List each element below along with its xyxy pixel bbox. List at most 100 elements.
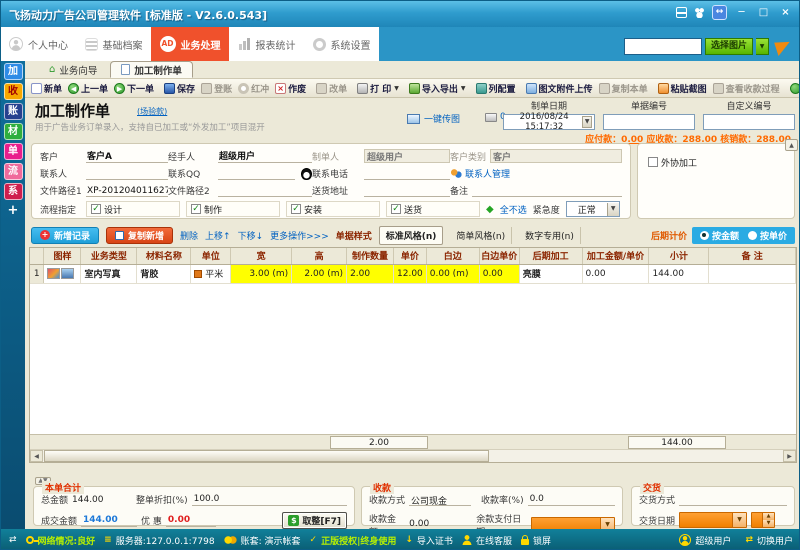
discount-input[interactable]: 100.0 [192,494,347,506]
exit-button[interactable]: 退出 [787,82,800,95]
note-input[interactable] [472,184,622,197]
checkbox-design[interactable]: ✓设计 [86,201,180,217]
resize-icon[interactable]: ↔ [712,5,727,20]
cell-height[interactable]: 2.00 (m) [292,264,347,283]
lock-screen-link[interactable]: 锁屏 [521,534,551,547]
cell-qty[interactable]: 2.00 [347,264,394,283]
style-tab-standard[interactable]: 标准风格(n) [379,226,444,245]
phone-input[interactable] [364,167,450,180]
col-type[interactable]: 业务类型 [81,248,137,264]
payment-method-input[interactable]: 公司现金 [409,494,471,506]
col-margin[interactable]: 白边 [426,248,479,264]
payment-rate-input[interactable]: 0.0 [528,494,615,506]
sidebar-item-plus[interactable]: + [4,203,23,220]
next-order-button[interactable]: ▶下一单 [111,82,157,95]
sidebar-item-receive[interactable]: 收 [4,83,23,100]
custom-number-input[interactable] [703,114,795,130]
collapse-panel-button[interactable]: ▲ [785,139,798,151]
sidebar-item-account[interactable]: 账 [4,103,23,120]
delivery-time-spinner[interactable]: ▲ ▼ [751,512,775,528]
pick-image-button[interactable]: 选择图片 [705,38,753,55]
sidebar-item-system[interactable]: 系 [4,183,23,200]
urgency-select[interactable]: 正常 ▼ [566,201,620,217]
sidebar-item-flow[interactable]: 流 [4,163,23,180]
chevron-down-icon[interactable]: ▼ [582,116,592,128]
switch-user-link[interactable]: ⇄ 切换用户 [745,534,793,547]
account-set[interactable]: 账套: 演示帐套 [224,534,301,547]
image-path-input[interactable] [624,38,702,55]
doc-number-input[interactable] [603,114,695,130]
copy-add-button[interactable]: 复制新增 [106,227,173,244]
col-process-amount[interactable]: 加工金额/单价 [582,248,649,264]
qq-input[interactable] [218,167,295,180]
sidebar-item-add[interactable]: 加 [4,63,23,80]
cell-margin[interactable]: 0.00 (m) [426,264,479,283]
cell-image[interactable] [44,264,81,283]
spin-up-icon[interactable]: ▲ [762,513,774,520]
column-config-button[interactable]: 列配置 [473,82,519,95]
qq-icon[interactable] [301,168,312,180]
print-button[interactable]: 打 印▼ [354,82,402,95]
path1-input[interactable]: XP-201204011627:C:\ [86,184,168,197]
cell-note[interactable] [709,264,796,283]
col-image[interactable]: 图样 [44,248,81,264]
handler-input[interactable]: 超级用户 [218,150,312,163]
more-actions-link[interactable]: 更多操作>>> [270,229,329,242]
cell-material[interactable]: 背胶 [137,264,191,283]
cell-type[interactable]: 室内写真 [81,264,137,283]
tab-work-order[interactable]: 加工制作单 [110,61,193,78]
col-qty[interactable]: 制作数量 [347,248,394,264]
import-export-button[interactable]: 导入导出▼ [406,82,469,95]
cell-margin-price[interactable]: 0.00 [479,264,519,283]
checkbox-outsourcing[interactable]: 外协加工 [648,154,784,170]
style-tab-simple[interactable]: 简单风格(n) [450,227,512,244]
deal-amount-input[interactable]: 144.00 [81,515,137,527]
paste-screenshot-button[interactable]: 粘贴截图 [655,82,710,95]
path2-input[interactable] [218,184,312,197]
import-cert-link[interactable]: ↓ 导入证书 [405,534,453,547]
contact-input[interactable] [86,167,168,180]
select-none-link[interactable]: 全不选 [500,203,527,216]
title-link[interactable]: (场验款) [137,106,167,117]
scrollbar-thumb[interactable] [44,450,489,462]
contact-manager-link[interactable]: 联系人管理 [450,167,622,180]
tab-base-archives[interactable]: 基础档案 [76,27,151,61]
chevron-down-icon[interactable]: ▼ [607,203,619,216]
col-material[interactable]: 材料名称 [137,248,191,264]
round-button[interactable]: $ 取整[F7] [282,512,347,529]
move-up-link[interactable]: 上移↑ [205,229,231,242]
delete-link[interactable]: 删除 [180,229,198,242]
prev-order-button[interactable]: ◀上一单 [65,82,111,95]
checkbox-install[interactable]: ✓安装 [286,201,380,217]
sidebar-item-material[interactable]: 材 [4,123,23,140]
sidebar-item-order[interactable]: 单 [4,143,23,160]
new-order-button[interactable]: 新单 [28,82,65,95]
cell-unit[interactable]: 平米 [191,264,231,283]
table-row[interactable]: 1 室内写真 背胶 平米 3.00 (m) 2.00 (m) 2.00 12.0… [30,264,796,283]
tab-personal-center[interactable]: 个人中心 [1,27,76,61]
skin-icon[interactable] [694,7,705,18]
save-button[interactable]: 保存 [161,82,198,95]
cell-price[interactable]: 12.00 [394,264,427,283]
style-tab-numeric[interactable]: 数字专用(n) [519,227,581,244]
col-unit[interactable]: 单位 [191,248,231,264]
address-input[interactable] [364,184,450,197]
col-price[interactable]: 单价 [394,248,427,264]
current-user[interactable]: 超级用户 [679,534,731,547]
tab-report-statistics[interactable]: 报表统计 [229,27,304,61]
add-record-button[interactable]: + 新增记录 [31,227,99,244]
scroll-right-icon[interactable]: ▶ [783,450,796,462]
order-date-combobox[interactable]: 2016/08/24 15:17:32 ▼ [503,114,595,130]
gadget-icon[interactable] [676,7,687,18]
spin-down-icon[interactable]: ▼ [762,520,774,527]
col-margin-price[interactable]: 白边单价 [479,248,519,264]
horizontal-scrollbar[interactable]: ◀ ▶ [30,449,796,462]
col-note[interactable]: 备 注 [709,248,796,264]
checkbox-deliver[interactable]: ✓送货 [386,201,480,217]
col-height[interactable]: 高 [292,248,347,264]
col-subtotal[interactable]: 小计 [649,248,709,264]
radio-by-amount[interactable]: 按金额 [700,229,739,242]
radio-by-unit-price[interactable]: 按单价 [748,229,787,242]
checkbox-make[interactable]: ✓制作 [186,201,280,217]
tab-business-process[interactable]: AD 业务处理 [151,27,229,61]
